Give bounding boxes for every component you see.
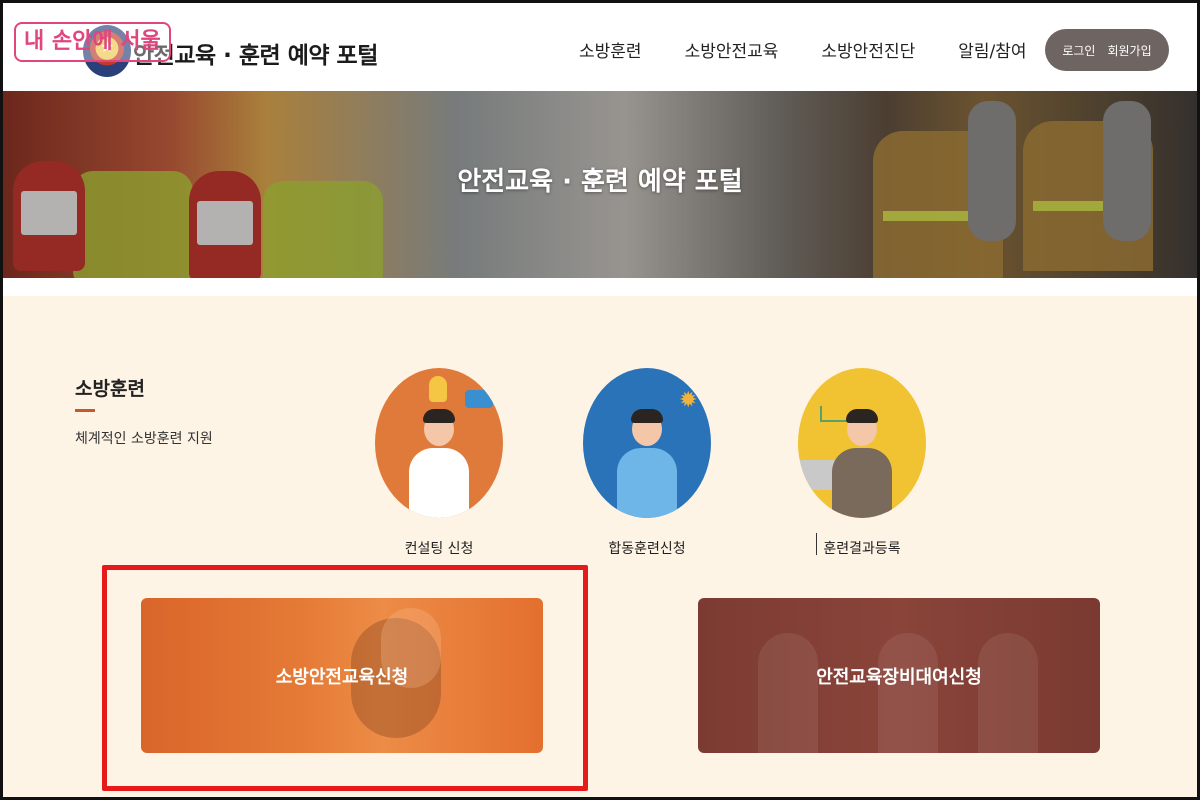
login-button[interactable]: 로그인	[1062, 42, 1095, 59]
auth-button-group: 로그인 회원가입	[1045, 29, 1169, 71]
service-label-consulting[interactable]: 컨설팅 신청	[375, 538, 503, 558]
joint-training-person-icon[interactable]: ✹	[583, 368, 711, 518]
nav-item-notice-participation[interactable]: 알림/참여	[958, 37, 1026, 62]
lightbulb-icon	[429, 376, 447, 402]
section-subtitle: 체계적인 소방훈련 지원	[75, 431, 213, 447]
card-label-fire-safety-education: 소방안전교육신청	[275, 666, 409, 688]
safety-equipment-rental-request-card[interactable]: 안전교육장비대여신청	[698, 598, 1100, 753]
seoul-watermark-logo: 내 손안에 서울	[14, 22, 171, 62]
consulting-person-icon[interactable]	[375, 368, 503, 518]
main-content: 소방훈련 체계적인 소방훈련 지원 컨설팅 신청 ✹ 합동훈련신청 훈련결과등록…	[3, 296, 1197, 797]
chat-bubble-icon	[465, 390, 493, 408]
person-illustration	[617, 409, 677, 518]
result-registration-person-icon[interactable]	[798, 368, 926, 518]
hero-title: 안전교육 · 훈련 예약 포털	[457, 167, 743, 197]
gear-icon: ✹	[679, 388, 698, 413]
nav-item-fire-training[interactable]: 소방훈련	[579, 37, 642, 62]
hero-banner: 안전교육 · 훈련 예약 포털	[3, 91, 1197, 278]
joint-training-request-service[interactable]: ✹ 합동훈련신청	[583, 368, 711, 558]
service-label-joint-training[interactable]: 합동훈련신청	[583, 538, 711, 558]
section-divider	[75, 409, 95, 412]
nav-item-fire-safety-diagnosis[interactable]: 소방안전진단	[821, 37, 915, 62]
text-cursor	[816, 533, 817, 555]
consulting-request-service[interactable]: 컨설팅 신청	[375, 368, 503, 558]
fire-safety-education-request-card[interactable]: 소방안전교육신청	[141, 598, 543, 753]
person-illustration	[409, 409, 469, 518]
card-label-equipment-rental: 안전교육장비대여신청	[816, 666, 982, 688]
signup-button[interactable]: 회원가입	[1107, 42, 1151, 59]
card-photo-figure	[758, 633, 818, 753]
training-result-registration-service[interactable]: 훈련결과등록	[798, 368, 926, 558]
card-photo-figure	[878, 633, 938, 753]
site-header: ★ 안전교육 · 훈련 예약 포털 소방훈련 소방안전교육 소방안전진단 알림/…	[3, 3, 1197, 91]
main-nav: 소방훈련 소방안전교육 소방안전진단 알림/참여	[579, 37, 1070, 62]
section-title: 소방훈련	[75, 378, 145, 400]
card-photo-figure	[978, 633, 1038, 753]
person-illustration	[832, 409, 892, 518]
nav-item-fire-safety-education[interactable]: 소방안전교육	[685, 37, 779, 62]
service-label-result-registration[interactable]: 훈련결과등록	[798, 538, 926, 558]
